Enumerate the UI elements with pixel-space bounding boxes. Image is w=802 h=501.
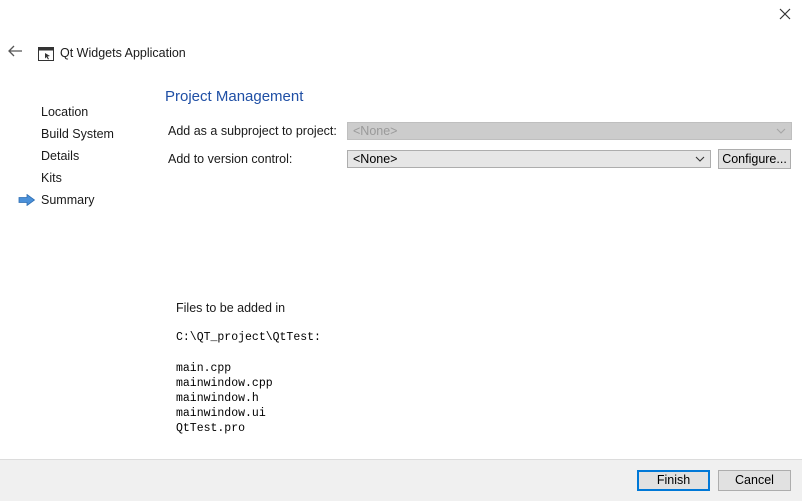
new-project-wizard-window: Qt Widgets Application Location Build Sy… <box>0 0 802 501</box>
files-path: C:\QT_project\QtTest: <box>176 331 321 344</box>
list-item: mainwindow.cpp <box>176 377 273 390</box>
close-button[interactable] <box>772 3 798 27</box>
subproject-label: Add as a subproject to project: <box>168 124 337 138</box>
sidebar-item-location[interactable]: Location <box>0 101 150 123</box>
close-icon <box>779 8 791 20</box>
wizard-steps-sidebar: Location Build System Details Kits Summa… <box>0 101 150 211</box>
version-control-value: <None> <box>353 152 398 166</box>
subproject-value: <None> <box>353 124 398 138</box>
sidebar-item-label: Location <box>41 105 89 119</box>
finish-button[interactable]: Finish <box>637 470 710 491</box>
qt-app-window-icon <box>38 47 54 61</box>
sidebar-item-label: Kits <box>41 171 62 185</box>
wizard-title: Qt Widgets Application <box>60 46 186 60</box>
version-control-select[interactable]: <None> <box>347 150 711 168</box>
sidebar-item-kits[interactable]: Kits <box>0 167 150 189</box>
right-arrow-icon <box>18 194 36 206</box>
section-title: Project Management <box>165 88 304 105</box>
sidebar-item-label: Summary <box>41 193 95 207</box>
list-item: main.cpp <box>176 362 232 375</box>
subproject-select: <None> <box>347 122 792 140</box>
cancel-button[interactable]: Cancel <box>718 470 791 491</box>
configure-button[interactable]: Configure... <box>718 149 791 169</box>
version-control-label: Add to version control: <box>168 152 293 166</box>
sidebar-item-build-system[interactable]: Build System <box>0 123 150 145</box>
list-item: mainwindow.h <box>176 392 259 405</box>
chevron-down-icon <box>695 156 705 162</box>
back-arrow-icon <box>8 45 22 57</box>
sidebar-item-label: Details <box>41 149 80 163</box>
chevron-down-icon <box>776 128 786 134</box>
sidebar-item-details[interactable]: Details <box>0 145 150 167</box>
list-item: QtTest.pro <box>176 422 246 435</box>
back-button[interactable] <box>6 44 26 62</box>
list-item: mainwindow.ui <box>176 407 266 420</box>
sidebar-item-label: Build System <box>41 127 114 141</box>
files-list: main.cpp mainwindow.cpp mainwindow.h mai… <box>176 361 273 436</box>
sidebar-item-summary[interactable]: Summary <box>0 189 150 211</box>
files-heading: Files to be added in <box>176 301 286 315</box>
button-bar: Finish Cancel <box>0 459 802 501</box>
